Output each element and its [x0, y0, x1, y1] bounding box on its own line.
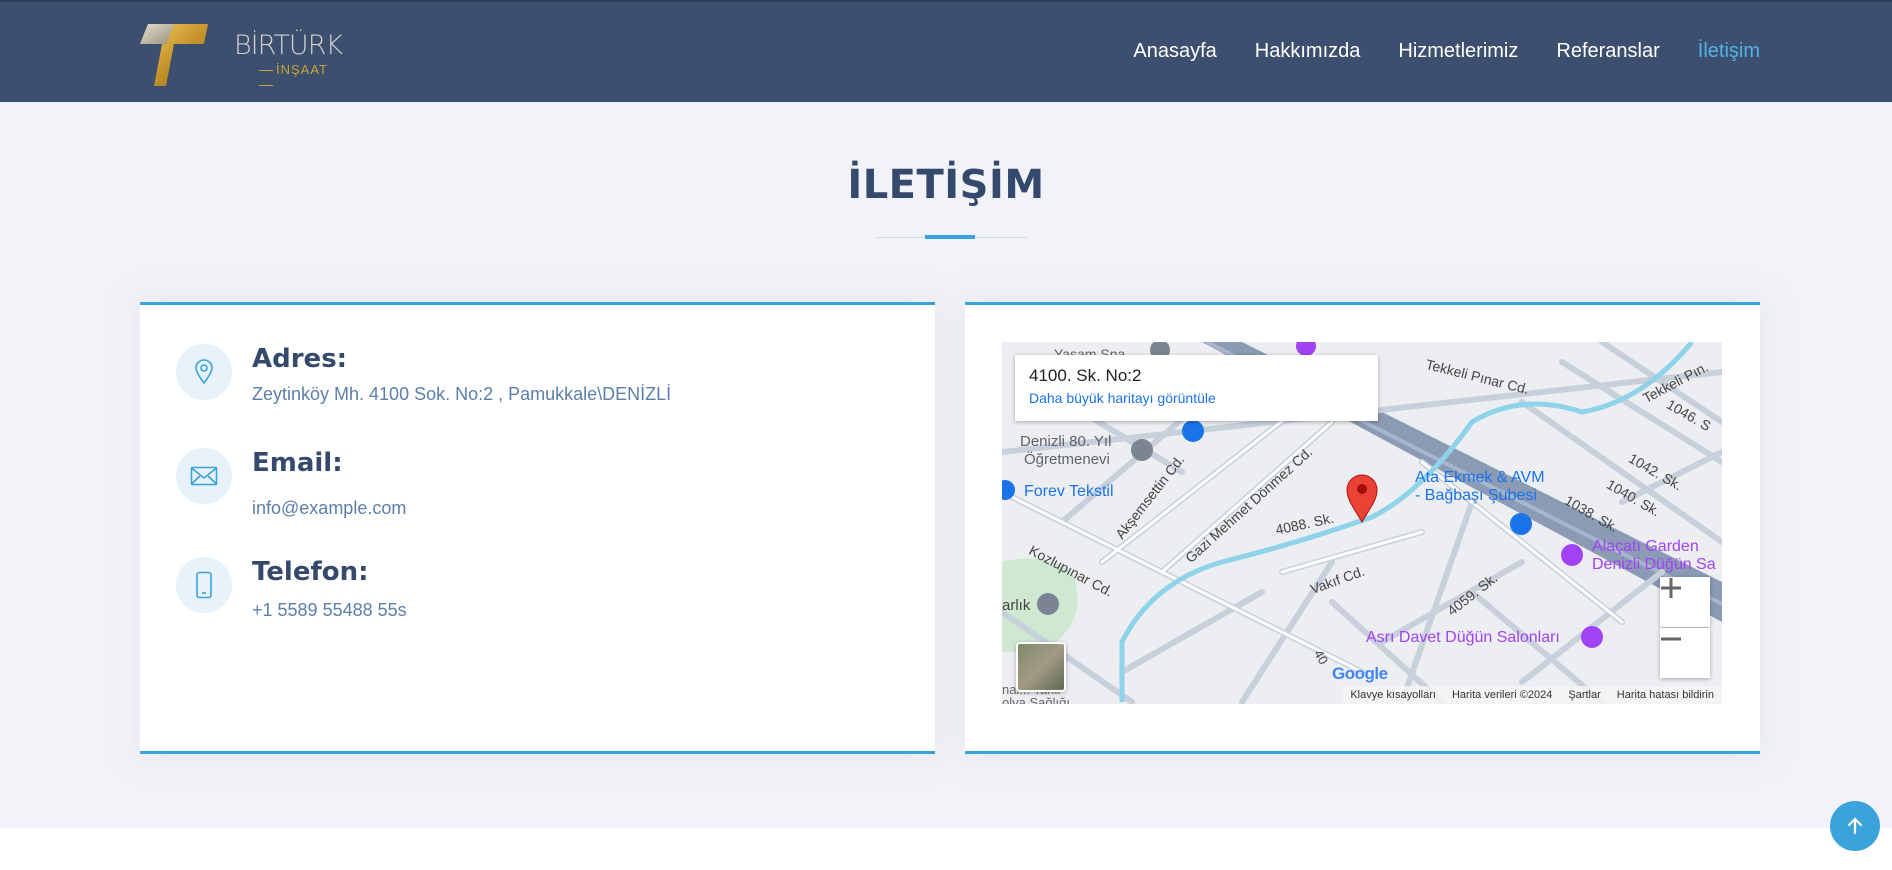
main-nav: Anasayfa Hakkımızda Hizmetlerimiz Refera…	[1133, 40, 1760, 63]
map-label-alacati-2: Denizli Düğün Sa	[1592, 556, 1716, 573]
site-header: BİRTÜRK İNŞAAT Anasayfa Hakkımızda Hizme…	[0, 0, 1892, 102]
phone-icon	[176, 557, 232, 613]
report-error-link[interactable]: Harita hatası bildirin	[1617, 689, 1714, 701]
map-footer: Klavye kısayolları Harita verileri ©2024…	[1342, 686, 1722, 704]
map-label-asri: Asrı Davet Düğün Salonları	[1366, 629, 1560, 646]
nav-anasayfa[interactable]: Anasayfa	[1133, 40, 1216, 63]
address-label: Adres:	[252, 344, 348, 374]
map-label-forev: Forev Tekstil	[1024, 483, 1114, 500]
place-title: 4100. Sk. No:2	[1029, 366, 1142, 385]
brand-logo[interactable]: BİRTÜRK İNŞAAT	[138, 22, 343, 86]
nav-iletisim[interactable]: İletişim	[1698, 40, 1760, 63]
brand-subtitle: İNŞAAT	[256, 62, 338, 92]
map-label-arlik: arlık	[1002, 597, 1031, 614]
email-value[interactable]: info@example.com	[252, 498, 406, 519]
zoom-out-button[interactable]	[1660, 628, 1710, 678]
nav-hakkimizda[interactable]: Hakkımızda	[1255, 40, 1361, 63]
map-label-ogretmenevi-1: Denizli 80. Yıl	[1020, 433, 1112, 450]
larger-map-link[interactable]: Daha büyük haritayı görüntüle	[1029, 390, 1364, 406]
envelope-icon	[176, 448, 232, 504]
zoom-in-button[interactable]	[1660, 577, 1710, 627]
back-to-top-button[interactable]	[1830, 801, 1880, 851]
satellite-toggle[interactable]	[1016, 642, 1066, 692]
terms-link[interactable]: Şartlar	[1568, 689, 1600, 701]
map-label-ata-1: Ata Ekmek & AVM	[1415, 469, 1545, 486]
map-pin-icon	[176, 344, 232, 400]
contact-info-card: Adres: Zeytinköy Mh. 4100 Sok. No:2 , Pa…	[140, 302, 935, 754]
plus-icon	[1661, 578, 1681, 598]
nav-referanslar[interactable]: Referanslar	[1556, 40, 1659, 63]
google-map[interactable]: Yaşam Spa Denizli 80. Yıl Öğretmenevi Fo…	[1002, 342, 1722, 704]
section-title: İLETİŞİM	[847, 162, 1045, 208]
map-data-text: Harita verileri ©2024	[1451, 689, 1553, 701]
brand-name: BİRTÜRK	[234, 30, 343, 61]
google-logo: Google	[1332, 664, 1388, 683]
nav-hizmetlerimiz[interactable]: Hizmetlerimiz	[1398, 40, 1518, 63]
place-info-card: 4100. Sk. No:2 Daha büyük haritayı görün…	[1015, 355, 1378, 421]
keyboard-shortcuts-link[interactable]: Klavye kısayolları	[1350, 689, 1436, 701]
phone-label: Telefon:	[252, 557, 369, 587]
map-card: Yaşam Spa Denizli 80. Yıl Öğretmenevi Fo…	[965, 302, 1760, 754]
map-label-ata-2: - Bağbaşı Şubesi	[1415, 487, 1537, 504]
map-label-alacati-1: Alaçatı Garden	[1592, 538, 1699, 555]
map-label-bottom-left-2: olya Sağlığı	[1002, 695, 1070, 704]
phone-value[interactable]: +1 5589 55488 55s	[252, 600, 407, 621]
email-label: Email:	[252, 448, 343, 478]
arrow-up-icon	[1847, 817, 1863, 835]
title-accent-bar	[925, 235, 975, 239]
minus-icon	[1661, 637, 1681, 641]
map-label-ogretmenevi-2: Öğretmenevi	[1024, 451, 1110, 468]
address-value: Zeytinköy Mh. 4100 Sok. No:2 , Pamukkale…	[252, 384, 672, 404]
brand-logo-mark	[140, 24, 208, 86]
footer-strip	[0, 828, 1892, 870]
